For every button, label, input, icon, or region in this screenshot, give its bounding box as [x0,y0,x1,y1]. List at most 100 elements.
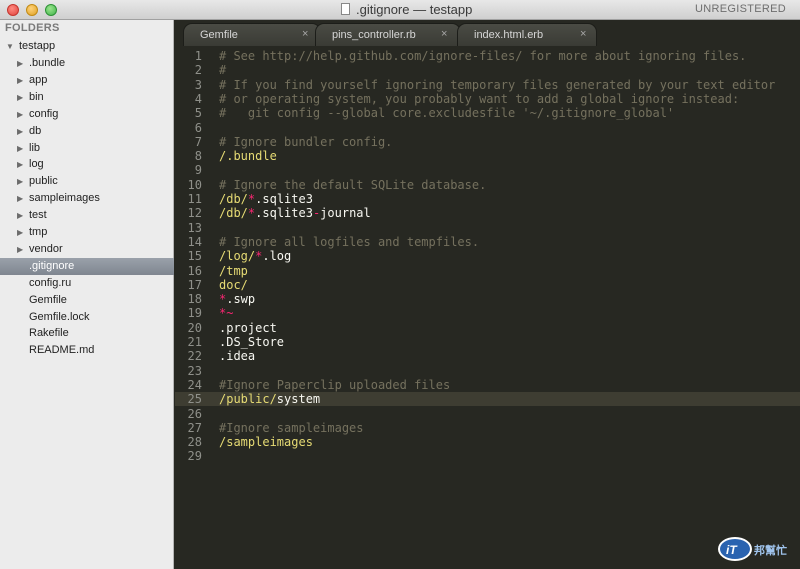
code-line[interactable]: #Ignore Paperclip uploaded files [219,378,450,392]
close-icon[interactable]: × [580,28,586,40]
code-line[interactable]: # Ignore bundler config. [219,135,392,149]
tree-folder[interactable]: ▶ tmp [0,224,174,241]
triangle-right-icon[interactable]: ▶ [17,123,23,140]
line-number: 15 [187,249,202,264]
line-number: 13 [187,220,202,235]
code-token: system [276,392,321,407]
code-token: doc/ [219,277,248,292]
tree-folder[interactable]: ▶ .bundle [0,55,174,72]
line-number: 7 [194,134,202,149]
tree-file[interactable]: Gemfile.lock [0,309,174,326]
code-line[interactable]: *.swp [219,292,255,306]
tree-folder[interactable]: ▶ bin [0,89,174,106]
tab-bar: Gemfile × pins_controller.rb × index.htm… [175,20,800,46]
tree-file[interactable]: README.md [0,342,174,359]
triangle-right-icon[interactable]: ▶ [17,55,23,72]
tree-folder[interactable]: ▶ vendor [0,241,174,258]
triangle-right-icon[interactable]: ▶ [17,106,23,123]
tree-item-label: tmp [29,226,48,238]
tree-folder[interactable]: ▶ lib [0,140,174,157]
triangle-right-icon[interactable]: ▶ [17,224,23,241]
tree-item-label: log [29,158,44,171]
code-token: # Ignore bundler config. [219,134,393,149]
tree-root-testapp[interactable]: ▼ testapp [0,38,174,55]
triangle-right-icon[interactable]: ▶ [17,72,23,89]
tree-folder[interactable]: ▶ log [0,156,174,173]
tree-item-label: test [29,209,47,222]
close-window-button[interactable] [7,4,19,16]
code-editor[interactable]: 1 2 3 4 5 6 7 8 9 10 11 12 13 14 15 16 17 18 19 20 21 22 23 24 2… [175,46,800,569]
tree-folder[interactable]: ▶ db [0,123,174,140]
tree-item-label: Gemfile [29,293,67,306]
tree-item-label: lib [29,141,41,154]
code-line[interactable]: # See http://help.github.com/ignore-file… [219,49,746,63]
watermark-text: 邦幫忙 [754,545,787,557]
zoom-window-button[interactable] [45,4,57,16]
code-line[interactable]: # [219,63,226,77]
code-token: # git config --global core.excludesfile … [219,106,675,121]
code-line[interactable]: /tmp [219,264,248,278]
code-line[interactable]: # If you find yourself ignoring temporar… [219,78,775,92]
code-line[interactable]: #Ignore sampleimages [219,421,364,435]
code-token: #Ignore Paperclip uploaded files [219,377,451,392]
tree-folder[interactable]: ▶ test [0,207,174,224]
code-line[interactable]: /log/*.log [219,249,291,263]
tab-index-html-erb[interactable]: index.html.erb × [457,23,597,46]
code-token: /log/ [219,249,256,264]
triangle-right-icon[interactable]: ▶ [17,140,23,157]
code-token: .DS_Store [219,335,285,349]
line-number: 29 [187,449,202,464]
tree-item-label: Rakefile [29,327,69,340]
tree-item-label: config.ru [29,276,72,289]
code-line[interactable]: /db/*.sqlite3 [219,192,313,206]
tab-pins-controller[interactable]: pins_controller.rb × [315,23,461,46]
triangle-right-icon[interactable]: ▶ [17,241,23,258]
code-token: /db/ [219,206,248,221]
code-line[interactable]: /db/*.sqlite3-journal [219,206,371,220]
code-line[interactable]: /public/system [219,392,320,406]
tree-root-label: testapp [19,40,56,52]
tab-label: Gemfile [200,29,238,41]
triangle-right-icon[interactable]: ▶ [17,156,23,173]
tree-folder[interactable]: ▶ app [0,72,174,89]
triangle-right-icon[interactable]: ▶ [17,173,23,190]
tree-item-label: db [29,124,42,137]
tree-file[interactable]: .gitignore [0,257,174,275]
tree-folder[interactable]: ▶ config [0,106,174,123]
code-line[interactable]: doc/ [219,278,248,292]
tree-file[interactable]: config.ru [0,275,174,292]
close-icon[interactable]: × [441,28,447,40]
tree-file[interactable]: Gemfile [0,292,174,309]
tree-file[interactable]: Rakefile [0,325,174,342]
code-line[interactable]: .DS_Store [219,335,284,349]
line-number-gutter: 1 2 3 4 5 6 7 8 9 10 11 12 13 14 15 16 17 18 19 20 21 22 23 24 2… [175,46,211,569]
window-title: .gitignore — testapp [356,2,473,17]
code-line[interactable]: .project [219,321,277,335]
line-number: 8 [194,149,202,164]
code-line[interactable]: # git config --global core.excludesfile … [219,106,674,120]
code-line[interactable]: /sampleimages [219,435,313,449]
code-line[interactable]: .idea [219,349,255,363]
minimize-window-button[interactable] [26,4,38,16]
code-token: /sampleimages [219,435,313,450]
triangle-down-icon[interactable]: ▼ [6,38,14,55]
close-icon[interactable]: × [302,28,308,40]
triangle-right-icon[interactable]: ▶ [17,190,23,207]
line-number: 6 [194,120,202,135]
code-token: .sqlite3 [255,206,313,221]
line-number: 1 [194,49,202,63]
triangle-right-icon[interactable]: ▶ [17,207,23,224]
code-line[interactable]: *~ [219,306,233,320]
code-token: /public/ [219,392,277,407]
code-line[interactable]: # or operating system, you probably want… [219,92,739,106]
tree-folder[interactable]: ▶ public [0,173,174,190]
tree-item-label: bin [29,90,44,103]
code-line[interactable]: /.bundle [219,149,277,163]
line-number: 24 [187,377,202,392]
tab-gemfile[interactable]: Gemfile × [183,23,321,46]
code-line[interactable]: # Ignore the default SQLite database. [219,178,486,192]
code-line[interactable]: # Ignore all logfiles and tempfiles. [219,235,479,249]
triangle-right-icon[interactable]: ▶ [17,89,23,106]
tree-folder[interactable]: ▶ sampleimages [0,190,174,207]
tree-item-label: Gemfile.lock [29,310,90,323]
